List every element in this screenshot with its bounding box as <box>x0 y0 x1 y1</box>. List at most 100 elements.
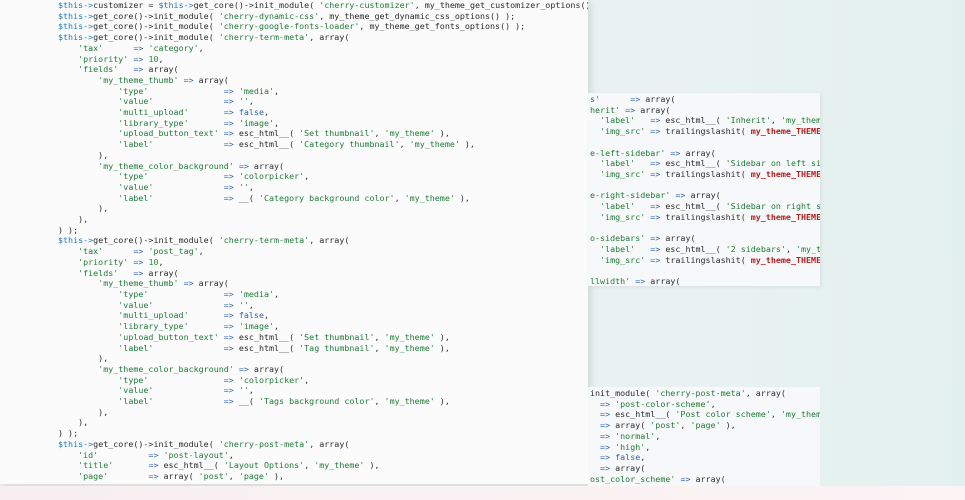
code-token: array( <box>685 190 721 201</box>
code-token: $this-> <box>158 0 194 10</box>
code-line: 'img_src' => trailingslashit( my_theme_T… <box>590 126 820 137</box>
code-token: => <box>183 74 194 85</box>
code-token: 'value' <box>118 299 154 310</box>
code-line: ost_color_scheme' => array( <box>590 474 820 485</box>
code-line: e-left-sidebar' => array( <box>590 148 820 159</box>
code-token: , array( <box>745 388 786 398</box>
code-token: 'cherry-google-fonts-loader' <box>218 21 360 32</box>
code-token: => <box>600 441 611 452</box>
code-line: 'img_src' => trailingslashit( my_theme_T… <box>590 169 820 180</box>
code-line: 'value' => '', <box>58 96 588 107</box>
code-token: customizer = <box>93 0 159 10</box>
code-line: 'library_type' => 'image', <box>58 321 588 332</box>
code-token: esc_html__( <box>660 115 726 126</box>
code-token: , <box>770 409 781 420</box>
code-token: $this-> <box>58 0 94 10</box>
code-token: => <box>650 168 661 179</box>
code-token: => <box>630 94 641 104</box>
code-token: 'category' <box>148 42 199 53</box>
code-line: 'type' => 'colorpicker', <box>58 375 588 386</box>
code-token: 'image' <box>238 117 275 128</box>
code-token: => <box>133 64 144 75</box>
code-token: 'my_theme' <box>384 342 435 353</box>
code-line: => 'post-color-scheme', <box>590 399 820 410</box>
code-line: $this->get_core()->init_module( 'cherry-… <box>58 32 588 43</box>
code-token: => <box>223 385 234 396</box>
code-line: 'label' => __( 'Tags background color', … <box>58 396 588 407</box>
code-token: => <box>650 211 661 222</box>
code-token: 'my_theme' <box>780 409 820 420</box>
code-token: 'value' <box>118 385 154 396</box>
code-line: ), <box>58 214 588 225</box>
code-token: => <box>223 321 234 332</box>
code-token: , <box>248 385 254 396</box>
code-line: 'multi_upload' => false, <box>58 107 588 118</box>
code-token: 'cherry-dynamic-css' <box>218 10 320 21</box>
code-token: 'my_theme' <box>409 139 460 150</box>
code-token: array( <box>143 64 179 75</box>
code-line: init_module( 'cherry-post-meta', array( <box>590 388 820 399</box>
code-token: => <box>650 201 661 212</box>
code-token: 'colorpicker' <box>238 374 305 385</box>
code-token: 'type' <box>118 85 149 96</box>
code-line: 'priority' => 10, <box>58 257 588 268</box>
code-token: 'page' <box>238 470 269 481</box>
code-token: 'label' <box>118 139 154 150</box>
code-token: array( <box>645 275 681 286</box>
code-token: => <box>183 278 194 289</box>
code-token: 'img_src' <box>600 126 646 137</box>
code-token: 'library_type' <box>118 321 189 332</box>
code-line: s' => array( <box>590 94 820 105</box>
code-line: o-sidebars' => array( <box>590 233 820 244</box>
code-token: => <box>223 117 234 128</box>
code-token: , <box>274 288 280 299</box>
code-token: => <box>223 96 234 107</box>
code-token: trailingslashit( <box>660 211 751 222</box>
code-line: => esc_html__( 'Post color scheme', 'my_… <box>590 409 820 420</box>
code-line: 'img_src' => trailingslashit( my_theme_T… <box>590 255 820 266</box>
code-line: 'upload_button_text' => esc_html__( 'Set… <box>58 332 588 343</box>
main-code-block: $this->customizer = $this->get_core()->i… <box>0 0 588 482</box>
code-token: 'my_theme' <box>404 192 455 203</box>
code-token: 'img_src' <box>600 211 646 222</box>
code-token: esc_html__( <box>233 331 300 342</box>
code-token: 'Set thumbnail' <box>299 128 375 139</box>
code-token: $this-> <box>58 10 94 21</box>
code-token: 'label' <box>118 396 154 407</box>
code-token: , <box>374 396 385 407</box>
code-token: trailingslashit( <box>660 254 751 265</box>
code-token: , <box>304 460 315 471</box>
code-token: => <box>680 473 691 484</box>
code-token: 'label' <box>600 243 636 254</box>
code-token: => <box>625 104 636 115</box>
code-token: , array( <box>309 235 350 246</box>
code-token: 'cherry-post-meta' <box>655 388 746 398</box>
code-token: => <box>650 126 661 137</box>
code-token: ), <box>434 128 450 139</box>
code-token: '' <box>238 385 249 396</box>
code-token: 'fields' <box>78 267 119 278</box>
